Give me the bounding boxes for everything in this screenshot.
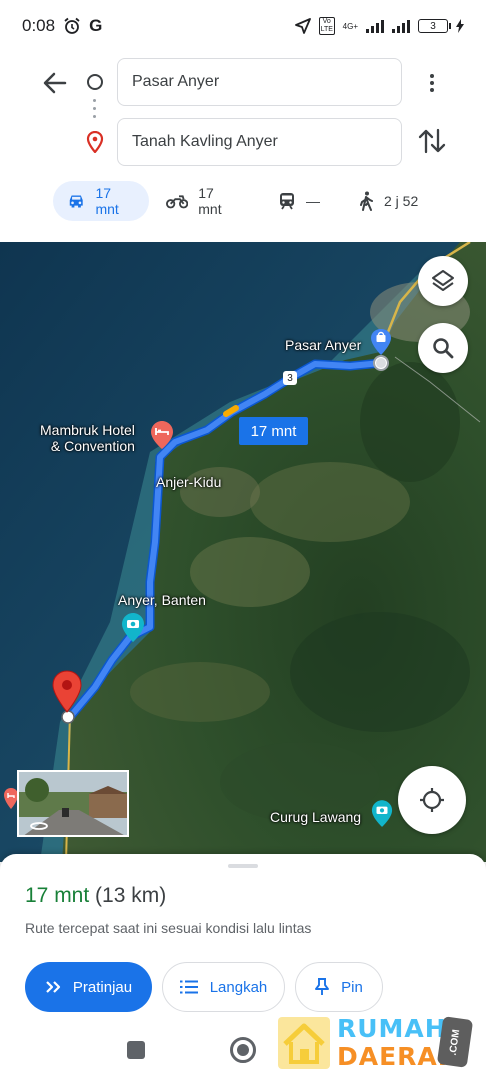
destination-pin-icon (86, 131, 104, 153)
pin-button[interactable]: Pin (295, 962, 383, 1012)
preview-button-label: Pratinjau (72, 978, 133, 996)
origin-field[interactable]: Pasar Anyer (117, 58, 402, 106)
tab-motorcycle[interactable]: 17 mnt (152, 181, 252, 221)
my-location-button[interactable] (398, 766, 466, 834)
destination-text: Tanah Kavling Anyer (132, 133, 278, 150)
route-description: Rute tercepat saat ini sesuai kondisi la… (25, 920, 312, 936)
signal-strength-icon-2 (392, 19, 410, 33)
list-icon (179, 980, 198, 994)
route-duration: 17 mnt (25, 884, 90, 907)
street-view-thumbnail[interactable] (17, 770, 129, 837)
tab-transit-label: — (306, 193, 320, 209)
swap-endpoints-button[interactable] (418, 126, 446, 156)
satellite-map (0, 242, 486, 862)
battery-level: 3 (430, 20, 436, 32)
car-icon (69, 195, 83, 208)
drag-handle[interactable] (228, 864, 258, 868)
route-time-chip[interactable]: 17 mnt (239, 417, 308, 445)
arrow-left-icon (43, 72, 67, 94)
google-notification-icon: G (89, 16, 103, 35)
hotel-marker-icon[interactable] (150, 420, 174, 450)
battery-icon: 3 (418, 19, 451, 33)
destination-marker-icon[interactable] (51, 670, 83, 714)
camera-marker-icon[interactable] (121, 612, 145, 644)
tab-car-label: 17 mnt (95, 185, 119, 217)
house-logo-icon (278, 1017, 330, 1069)
double-chevron-icon (46, 981, 60, 993)
motorcycle-icon (166, 195, 189, 209)
clock: 0:08 (22, 16, 56, 35)
route-summary: 17 mnt (13 km) (25, 884, 166, 908)
label-pasar-anyer[interactable]: Pasar Anyer (285, 337, 361, 353)
pushpin-icon (315, 978, 330, 995)
label-mambruk-line1: Mambruk Hotel (40, 422, 135, 438)
road-number-shield: 3 (283, 371, 297, 385)
watermark-suffix: .COM (447, 1028, 463, 1056)
more-options-button[interactable] (420, 68, 444, 98)
recents-button[interactable] (127, 1041, 145, 1059)
label-anjer-kidu: Anjer-Kidu (156, 474, 222, 490)
origin-text: Pasar Anyer (132, 73, 220, 90)
search-button[interactable] (418, 323, 468, 373)
layers-button[interactable] (418, 256, 468, 306)
crosshair-icon (420, 788, 444, 812)
tab-car[interactable]: 17 mnt (53, 181, 149, 221)
origin-circle-icon (87, 74, 103, 90)
back-button[interactable] (38, 68, 72, 98)
label-mambruk-line2: & Convention (50, 438, 135, 454)
travel-mode-tabs: 17 mnt 17 mnt — 2 j 52 (0, 181, 486, 221)
preview-button[interactable]: Pratinjau (25, 962, 152, 1012)
status-bar: 0:08 G Vo LTE 4G+ 3 (0, 0, 486, 52)
train-icon (280, 193, 294, 210)
location-arrow-icon (294, 18, 311, 34)
watermark-com-badge: .COM (436, 1016, 474, 1068)
search-icon (433, 338, 454, 359)
street-view-image (19, 772, 127, 835)
steps-button[interactable]: Langkah (162, 962, 285, 1012)
network-type: 4G+ (342, 21, 358, 31)
signal-strength-icon (366, 19, 384, 33)
destination-field[interactable]: Tanah Kavling Anyer (117, 118, 402, 166)
charging-icon (456, 19, 464, 33)
tab-motorcycle-label: 17 mnt (198, 185, 222, 217)
layers-icon (432, 270, 454, 291)
tab-walk[interactable]: 2 j 52 (344, 181, 444, 221)
steps-button-label: Langkah (209, 978, 268, 996)
road-number-text: 3 (287, 372, 293, 384)
action-buttons: Pratinjau Langkah Pin (25, 962, 383, 1012)
walking-icon (360, 191, 373, 211)
alarm-icon (64, 17, 80, 34)
route-dots-icon (93, 99, 96, 118)
label-anyer-banten[interactable]: Anyer, Banten (118, 592, 206, 608)
pin-button-label: Pin (341, 978, 363, 996)
volte-badge: Vo LTE (318, 17, 335, 35)
watermark-logo: RUMAH DAERAH .COM (277, 1012, 477, 1074)
tab-walk-label: 2 j 52 (384, 193, 419, 209)
tab-transit[interactable]: — (264, 181, 334, 221)
label-curug-lawang[interactable]: Curug Lawang (270, 809, 361, 825)
watermark-line1: RUMAH (337, 1014, 447, 1043)
route-distance: (13 km) (95, 884, 167, 907)
map-view[interactable]: 3 Pasar Anyer Mambruk Hotel & Convention… (0, 242, 486, 862)
directions-header: Pasar Anyer Tanah Kavling Anyer 17 mnt 1… (0, 52, 486, 242)
shopping-bag-marker-icon[interactable] (370, 328, 392, 356)
label-mambruk-hotel[interactable]: Mambruk Hotel & Convention (40, 422, 135, 454)
home-button[interactable] (230, 1037, 256, 1063)
camera-marker-icon-2[interactable] (371, 799, 393, 829)
